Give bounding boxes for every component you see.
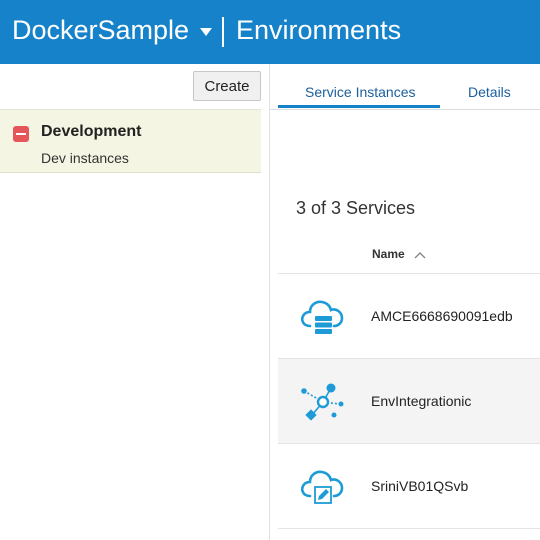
page-title: Environments xyxy=(236,15,402,45)
table-header: Name xyxy=(278,236,540,274)
cloud-edit-icon xyxy=(300,470,344,504)
sort-ascending-icon[interactable] xyxy=(414,250,426,260)
table-row[interactable]: SriniVB01QSvb xyxy=(278,444,540,529)
service-name[interactable]: SriniVB01QSvb xyxy=(371,478,468,494)
cloud-database-icon xyxy=(300,300,344,334)
environment-name: Development xyxy=(41,123,142,140)
tab-details[interactable]: Details xyxy=(468,84,511,100)
environment-description: Dev instances xyxy=(41,150,129,166)
table-row[interactable]: EnvIntegrationic xyxy=(278,359,540,444)
column-header-name[interactable]: Name xyxy=(372,247,405,261)
table-row[interactable]: AMCE6668690091edb xyxy=(278,274,540,359)
create-button[interactable]: Create xyxy=(193,71,261,101)
service-name[interactable]: AMCE6668690091edb xyxy=(371,308,513,324)
selected-tab-indicator xyxy=(278,105,440,108)
app-switcher-caret-icon[interactable] xyxy=(194,20,218,44)
service-name[interactable]: EnvIntegrationic xyxy=(371,393,471,409)
header-divider xyxy=(222,17,224,47)
integration-network-icon xyxy=(301,383,344,421)
tab-service-instances[interactable]: Service Instances xyxy=(305,84,416,100)
environments-panel: Create Development Dev instances xyxy=(0,64,269,540)
environment-detail-panel: Service Instances Details 3 of 3 Service… xyxy=(270,64,540,540)
tab-bar: Service Instances Details xyxy=(270,64,540,110)
app-name[interactable]: DockerSample xyxy=(12,15,189,46)
app-header: DockerSample Environments xyxy=(0,0,540,64)
collapse-badge-icon[interactable] xyxy=(13,126,29,142)
services-count: 3 of 3 Services xyxy=(296,198,416,218)
environment-item-development[interactable]: Development Dev instances xyxy=(0,109,261,173)
